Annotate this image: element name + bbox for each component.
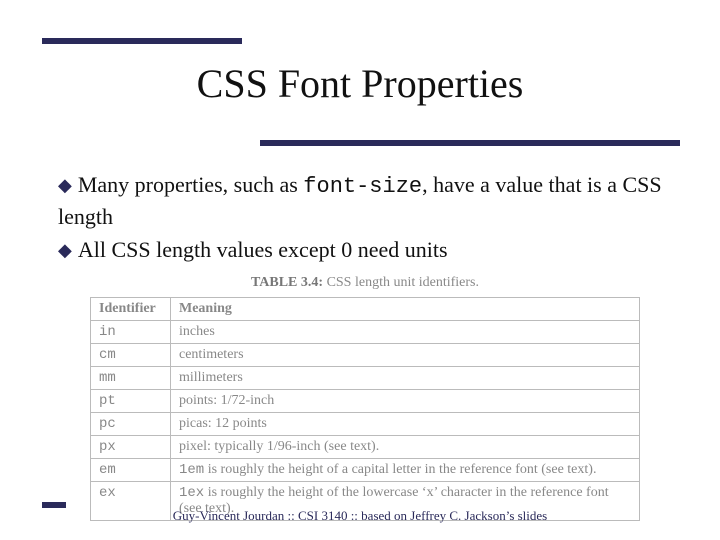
col-identifier: Identifier	[91, 298, 171, 321]
accent-bar-top	[42, 38, 242, 44]
accent-bar-mid	[260, 140, 680, 146]
table-row: pcpicas: 12 points	[91, 413, 640, 436]
cell-meaning: 1em is roughly the height of a capital l…	[171, 459, 640, 482]
table-caption: TABLE 3.4: CSS length unit identifiers.	[90, 275, 640, 291]
table-row: cmcentimeters	[91, 344, 640, 367]
table-row: em1em is roughly the height of a capital…	[91, 459, 640, 482]
table-row: ininches	[91, 321, 640, 344]
cell-meaning: inches	[171, 321, 640, 344]
table-row: pxpixel: typically 1/96-inch (see text).	[91, 436, 640, 459]
cell-meaning: points: 1/72-inch	[171, 390, 640, 413]
table-row: ptpoints: 1/72-inch	[91, 390, 640, 413]
cell-meaning: pixel: typically 1/96-inch (see text).	[171, 436, 640, 459]
table-row: mmmillimeters	[91, 367, 640, 390]
bullet-code: font-size	[303, 174, 422, 199]
cell-id: pt	[91, 390, 171, 413]
cell-id: px	[91, 436, 171, 459]
bullet-text: All CSS length values except 0 need unit…	[78, 237, 448, 262]
length-units-table: Identifier Meaning ininches cmcentimeter…	[90, 297, 640, 521]
slide-title: CSS Font Properties	[0, 60, 720, 107]
cell-meaning: millimeters	[171, 367, 640, 390]
cell-id: em	[91, 459, 171, 482]
table-caption-label: TABLE 3.4:	[251, 275, 323, 290]
table-caption-text: CSS length unit identifiers.	[323, 275, 479, 290]
cell-meaning: centimeters	[171, 344, 640, 367]
cell-id: in	[91, 321, 171, 344]
cell-text: is roughly the height of a capital lette…	[204, 462, 596, 477]
bullet-text-pre: Many properties, such as	[78, 172, 303, 197]
table-header-row: Identifier Meaning	[91, 298, 640, 321]
cell-id: mm	[91, 367, 171, 390]
cell-code: 1ex	[179, 485, 204, 501]
diamond-bullet-icon: ◆	[58, 173, 72, 197]
col-meaning: Meaning	[171, 298, 640, 321]
bullet-item: ◆All CSS length values except 0 need uni…	[58, 235, 670, 265]
bullet-item: ◆Many properties, such as font-size, hav…	[58, 170, 670, 231]
table-figure: TABLE 3.4: CSS length unit identifiers. …	[90, 275, 640, 521]
cell-meaning: picas: 12 points	[171, 413, 640, 436]
slide-footer: Guy-Vincent Jourdan :: CSI 3140 :: based…	[0, 508, 720, 524]
cell-code: 1em	[179, 462, 204, 478]
cell-id: cm	[91, 344, 171, 367]
diamond-bullet-icon: ◆	[58, 238, 72, 262]
cell-id: pc	[91, 413, 171, 436]
slide-body: ◆Many properties, such as font-size, hav…	[58, 170, 670, 269]
